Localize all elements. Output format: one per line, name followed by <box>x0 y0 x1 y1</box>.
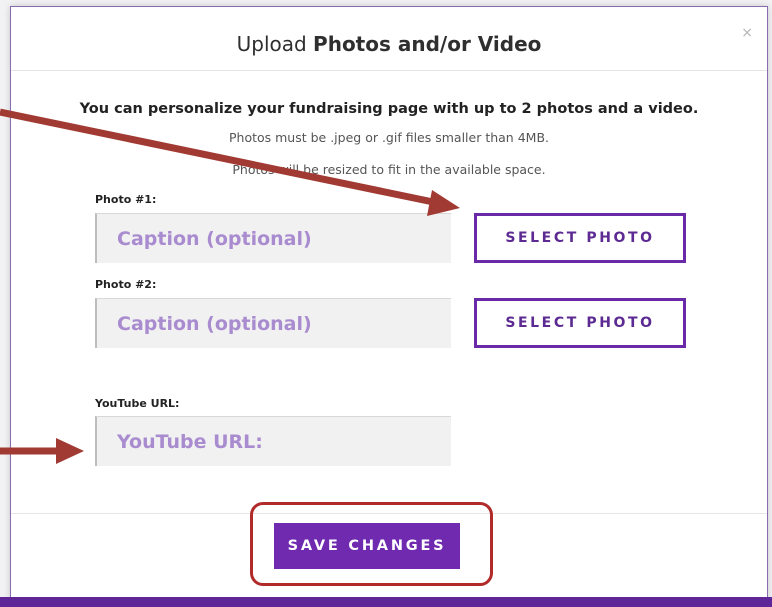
screenshot-stage: Upload Photos and/or Video × You can per… <box>0 0 772 607</box>
youtube-label: YouTube URL: <box>95 397 180 410</box>
resize-note: Photos will be resized to fit in the ava… <box>232 162 546 177</box>
dialog-title: Upload Photos and/or Video <box>11 32 767 56</box>
photo1-select-button[interactable]: SELECT PHOTO <box>474 213 686 263</box>
photo2-caption-input[interactable] <box>95 298 451 348</box>
photo2-label: Photo #2: <box>95 278 157 291</box>
dialog-title-regular: Upload <box>236 32 314 56</box>
save-changes-button[interactable]: SAVE CHANGES <box>274 523 460 569</box>
youtube-url-input[interactable] <box>95 416 451 466</box>
photo1-label: Photo #1: <box>95 193 157 206</box>
bottom-accent-bar <box>0 597 772 607</box>
format-note: Photos must be .jpeg or .gif files small… <box>228 130 549 145</box>
photo2-select-button[interactable]: SELECT PHOTO <box>474 298 686 348</box>
dialog-header: Upload Photos and/or Video × <box>11 7 767 71</box>
photo1-caption-input[interactable] <box>95 213 451 263</box>
close-icon[interactable]: × <box>741 25 753 41</box>
intro-heading: You can personalize your fundraising pag… <box>79 101 699 117</box>
dialog-title-bold: Photos and/or Video <box>313 32 542 56</box>
